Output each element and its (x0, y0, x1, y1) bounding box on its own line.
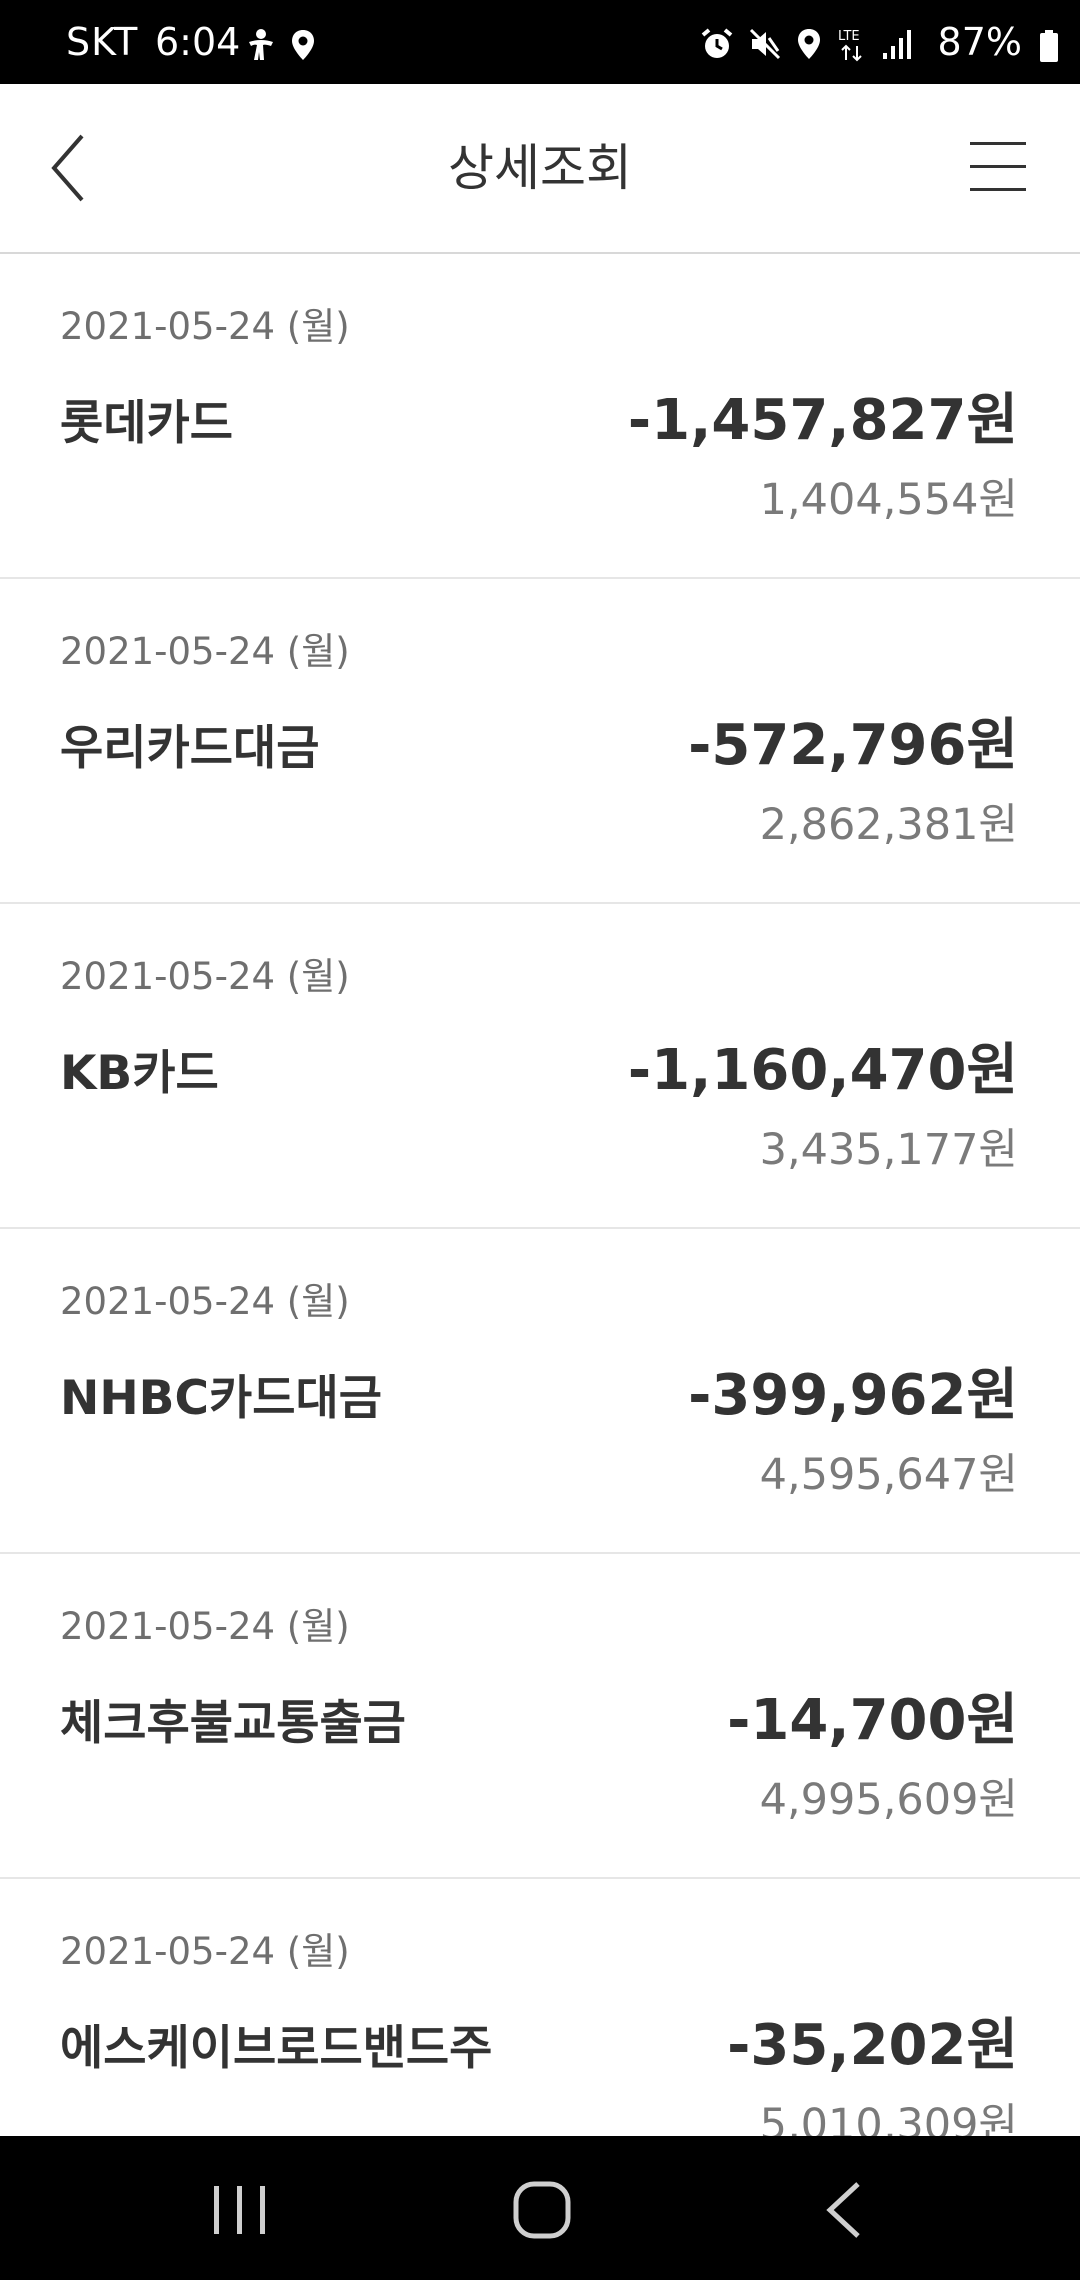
page-title: 상세조회 (448, 139, 632, 197)
transaction-date: 2021-05-24 (월) (60, 955, 350, 998)
list-item[interactable]: 2021-05-24 (월) 롯데카드 -1,457,827원 1,404,55… (0, 254, 1080, 579)
accessibility-icon (249, 29, 273, 60)
clock: 6:04 (155, 20, 241, 64)
navigation-bar (0, 2136, 1080, 2280)
status-left-icons (246, 28, 316, 62)
location-icon (292, 30, 314, 60)
transaction-amount: -14,700원 (727, 1688, 1018, 1753)
transaction-amount: -35,202원 (727, 2013, 1018, 2078)
transaction-title: 우리카드대금 (60, 721, 320, 776)
transaction-balance: 1,404,554원 (759, 475, 1018, 525)
transaction-date: 2021-05-24 (월) (60, 630, 350, 673)
transaction-title: 체크후불교통출금 (60, 1696, 406, 1751)
screen: SKT 6:04 LTE 87% 상세조회 2021-05-24 (월) 롯데카… (0, 0, 1080, 2280)
list-item[interactable]: 2021-05-24 (월) KB카드 -1,160,470원 3,435,17… (0, 904, 1080, 1229)
back-icon[interactable] (822, 2180, 868, 2240)
transaction-amount: -572,796원 (688, 713, 1018, 778)
recent-apps-icon[interactable] (212, 2184, 268, 2236)
list-item[interactable]: 2021-05-24 (월) 체크후불교통출금 -14,700원 4,995,6… (0, 1554, 1080, 1879)
transaction-date: 2021-05-24 (월) (60, 305, 350, 348)
transaction-date: 2021-05-24 (월) (60, 1605, 350, 1648)
svg-text:LTE: LTE (838, 29, 860, 44)
transaction-date: 2021-05-24 (월) (60, 1930, 350, 1973)
transaction-title: NHBC카드대금 (60, 1371, 382, 1426)
list-item[interactable]: 2021-05-24 (월) NHBC카드대금 -399,962원 4,595,… (0, 1229, 1080, 1554)
battery-icon (1040, 30, 1058, 62)
transaction-amount: -399,962원 (688, 1363, 1018, 1428)
transaction-amount: -1,160,470원 (627, 1038, 1018, 1103)
transaction-amount: -1,457,827원 (627, 388, 1018, 453)
carrier-label: SKT (66, 20, 139, 64)
list-item[interactable]: 2021-05-24 (월) 우리카드대금 -572,796원 2,862,38… (0, 579, 1080, 904)
signal-icon (883, 30, 911, 59)
transaction-title: KB카드 (60, 1046, 219, 1101)
location-icon (798, 29, 820, 59)
lte-icon: LTE (838, 29, 862, 62)
status-right-icons: LTE (700, 26, 912, 62)
app-header: 상세조회 (0, 84, 1080, 254)
status-bar: SKT 6:04 LTE 87% (0, 0, 1080, 84)
transaction-balance: 3,435,177원 (759, 1125, 1018, 1175)
transaction-title: 에스케이브로드밴드주 (60, 2021, 493, 2076)
mute-icon (749, 28, 781, 60)
hamburger-menu-icon[interactable] (970, 140, 1026, 194)
transaction-balance: 2,862,381원 (759, 800, 1018, 850)
transaction-title: 롯데카드 (60, 396, 233, 451)
battery-percent: 87% (937, 20, 1022, 64)
alarm-icon (701, 28, 733, 58)
transaction-list: 2021-05-24 (월) 롯데카드 -1,457,827원 1,404,55… (0, 254, 1080, 2204)
transaction-date: 2021-05-24 (월) (60, 1280, 350, 1323)
transaction-balance: 4,595,647원 (759, 1450, 1018, 1500)
home-icon[interactable] (512, 2180, 572, 2240)
transaction-balance: 4,995,609원 (759, 1775, 1018, 1825)
